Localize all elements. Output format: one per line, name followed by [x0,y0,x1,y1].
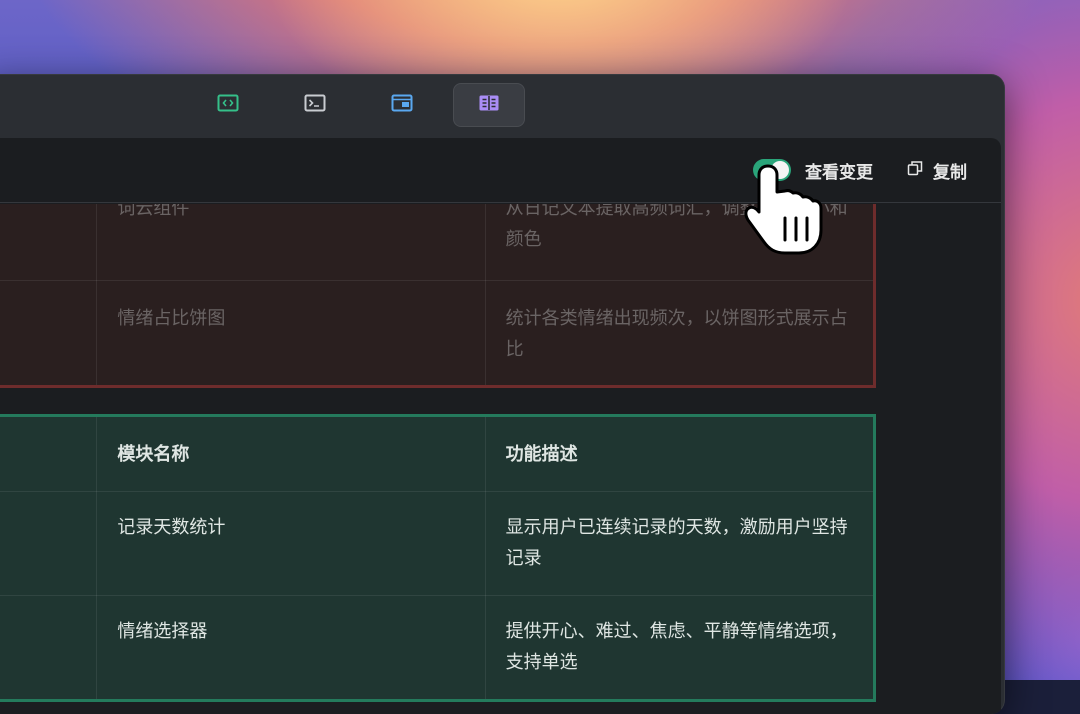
table-cell [0,204,98,281]
window-icon [391,94,413,116]
table-cell: 情绪选择器 [96,595,486,700]
table-row: 情绪选择器 提供开心、难过、焦虑、平静等情绪选项，支持单选 [0,595,875,700]
app-window: 查看变更 复制 词云组件 从日记文本提取高频词汇，调整字体大小和颜色 情绪占比饼… [0,74,1005,714]
table-cell: 显示用户已连续记录的天数，激励用户坚持记录 [484,491,875,596]
table-header-row: 模块名称 功能描述 [0,416,875,492]
preview-view-button[interactable] [366,83,438,127]
table-row: 情绪占比饼图 统计各类情绪出现频次，以饼图形式展示占比 [0,280,875,386]
added-table: 模块名称 功能描述 记录天数统计 显示用户已连续记录的天数，激励用户坚持记录 情… [0,414,876,702]
removed-table: 词云组件 从日记文本提取高频词汇，调整字体大小和颜色 情绪占比饼图 统计各类情绪… [0,204,876,388]
table-cell: 词云组件 [96,204,486,281]
table-header-cell [0,416,98,492]
table-header-cell: 模块名称 [96,416,486,492]
copy-icon [907,160,923,180]
table-cell: 情绪占比饼图 [96,280,486,386]
table-cell: 统计各类情绪出现频次，以饼图形式展示占比 [484,280,875,386]
copy-label: 复制 [933,162,967,183]
table-header-cell: 功能描述 [484,416,875,492]
table-cell [0,595,98,700]
code-icon [217,94,239,116]
code-view-button[interactable] [192,83,264,127]
copy-button[interactable]: 复制 [907,158,967,183]
diff-content: 词云组件 从日记文本提取高频词汇，调整字体大小和颜色 情绪占比饼图 统计各类情绪… [0,204,1001,714]
terminal-icon [304,94,326,116]
table-cell [0,491,98,596]
hand-pointer-cursor [744,164,823,255]
document-panel: 查看变更 复制 词云组件 从日记文本提取高频词汇，调整字体大小和颜色 情绪占比饼… [0,138,1001,714]
panel-header: 查看变更 复制 [0,138,1001,203]
view-toolbar [0,74,1005,136]
table-cell: 提供开心、难过、焦虑、平静等情绪选项，支持单选 [484,595,875,700]
table-cell: 记录天数统计 [96,491,486,596]
table-cell [0,280,98,386]
terminal-view-button[interactable] [279,83,351,127]
split-panel-icon [478,94,500,116]
diff-view-button[interactable] [453,83,525,127]
table-row: 记录天数统计 显示用户已连续记录的天数，激励用户坚持记录 [0,491,875,596]
table-row: 词云组件 从日记文本提取高频词汇，调整字体大小和颜色 [0,204,875,281]
